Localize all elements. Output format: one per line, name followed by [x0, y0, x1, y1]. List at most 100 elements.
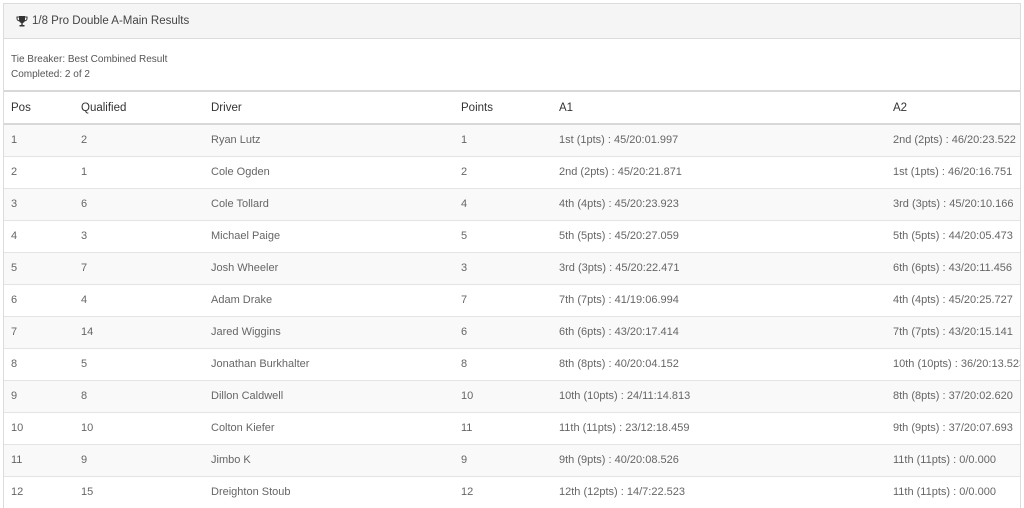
- cell-driver: Dreighton Stoub: [204, 476, 454, 508]
- cell-a1: 10th (10pts) : 24/11:14.813: [552, 380, 886, 413]
- cell-qualified: 10: [74, 412, 204, 445]
- cell-a1: 5th (5pts) : 45/20:27.059: [552, 220, 886, 253]
- cell-qualified: 14: [74, 316, 204, 349]
- tie-breaker-text: Tie Breaker: Best Combined Result: [11, 54, 168, 65]
- cell-a1: 12th (12pts) : 14/7:22.523: [552, 476, 886, 508]
- completed-text: Completed: 2 of 2: [11, 69, 90, 80]
- cell-a2: 1st (1pts) : 46/20:16.751: [886, 156, 1020, 189]
- cell-driver: Ryan Lutz: [204, 124, 454, 157]
- cell-driver: Josh Wheeler: [204, 252, 454, 285]
- cell-qualified: 1: [74, 156, 204, 189]
- cell-qualified: 4: [74, 284, 204, 317]
- header-points: Points: [454, 90, 552, 125]
- cell-a2: 5th (5pts) : 44/20:05.473: [886, 220, 1020, 253]
- header-qualified: Qualified: [74, 90, 204, 125]
- cell-pos: 11: [4, 444, 74, 477]
- table-row: 6 4 Adam Drake 7 7th (7pts) : 41/19:06.994 4t…: [4, 284, 1020, 317]
- cell-pos: 6: [4, 284, 74, 317]
- header-a2: A2: [886, 90, 1020, 125]
- cell-a1: 7th (7pts) : 41/19:06.994: [552, 284, 886, 317]
- cell-points: 7: [454, 284, 552, 317]
- cell-a1: 3rd (3pts) : 45/20:22.471: [552, 252, 886, 285]
- table-row: 8 5 Jonathan Burkhalter 8 8th (8pts) : 40/20…: [4, 348, 1020, 381]
- cell-pos: 10: [4, 412, 74, 445]
- cell-points: 2: [454, 156, 552, 189]
- panel-heading: 1/8 Pro Double A-Main Results: [4, 4, 1020, 39]
- cell-a2: 3rd (3pts) : 45/20:10.166: [886, 188, 1020, 221]
- cell-a2: 8th (8pts) : 37/20:02.620: [886, 380, 1020, 413]
- cell-qualified: 9: [74, 444, 204, 477]
- cell-driver: Jonathan Burkhalter: [204, 348, 454, 381]
- cell-points: 3: [454, 252, 552, 285]
- cell-qualified: 2: [74, 124, 204, 157]
- header-pos: Pos: [4, 90, 74, 125]
- table-header-row: Pos Qualified Driver Points A1 A2: [4, 90, 1020, 125]
- cell-a1: 6th (6pts) : 43/20:17.414: [552, 316, 886, 349]
- race-info: Tie Breaker: Best Combined Result Comple…: [4, 39, 1020, 90]
- table-row: 12 15 Dreighton Stoub 12 12th (12pts) : 14/7…: [4, 476, 1020, 508]
- cell-pos: 8: [4, 348, 74, 381]
- cell-points: 4: [454, 188, 552, 221]
- results-panel: 1/8 Pro Double A-Main Results Tie Breake…: [3, 3, 1021, 508]
- table-row: 4 3 Michael Paige 5 5th (5pts) : 45/20:27.05…: [4, 220, 1020, 253]
- panel-title: 1/8 Pro Double A-Main Results: [32, 15, 190, 27]
- cell-a2: 10th (10pts) : 36/20:13.523: [886, 348, 1020, 381]
- cell-a1: 11th (11pts) : 23/12:18.459: [552, 412, 886, 445]
- results-table: Pos Qualified Driver Points A1 A2 1 2 Ryan…: [4, 90, 1020, 508]
- cell-a1: 4th (4pts) : 45/20:23.923: [552, 188, 886, 221]
- cell-pos: 5: [4, 252, 74, 285]
- cell-a1: 8th (8pts) : 40/20:04.152: [552, 348, 886, 381]
- cell-a2: 11th (11pts) : 0/0.000: [886, 476, 1020, 508]
- cell-qualified: 15: [74, 476, 204, 508]
- cell-a2: 9th (9pts) : 37/20:07.693: [886, 412, 1020, 445]
- cell-qualified: 7: [74, 252, 204, 285]
- trophy-icon: [16, 15, 28, 27]
- cell-driver: Jimbo K: [204, 444, 454, 477]
- cell-points: 1: [454, 124, 552, 157]
- cell-pos: 4: [4, 220, 74, 253]
- cell-driver: Dillon Caldwell: [204, 380, 454, 413]
- cell-qualified: 6: [74, 188, 204, 221]
- cell-points: 9: [454, 444, 552, 477]
- cell-qualified: 3: [74, 220, 204, 253]
- table-row: 1 2 Ryan Lutz 1 1st (1pts) : 45/20:01.997 2nd…: [4, 124, 1020, 157]
- cell-driver: Jared Wiggins: [204, 316, 454, 349]
- cell-a2: 2nd (2pts) : 46/20:23.522: [886, 124, 1020, 157]
- header-driver: Driver: [204, 90, 454, 125]
- cell-points: 6: [454, 316, 552, 349]
- table-row: 2 1 Cole Ogden 2 2nd (2pts) : 45/20:21.871 1s…: [4, 156, 1020, 189]
- cell-a2: 7th (7pts) : 43/20:15.141: [886, 316, 1020, 349]
- table-row: 3 6 Cole Tollard 4 4th (4pts) : 45/20:23.923…: [4, 188, 1020, 221]
- cell-driver: Cole Ogden: [204, 156, 454, 189]
- cell-a2: 4th (4pts) : 45/20:25.727: [886, 284, 1020, 317]
- cell-pos: 9: [4, 380, 74, 413]
- cell-a1: 2nd (2pts) : 45/20:21.871: [552, 156, 886, 189]
- results-table-body: 1 2 Ryan Lutz 1 1st (1pts) : 45/20:01.997 2nd…: [4, 124, 1020, 508]
- cell-points: 12: [454, 476, 552, 508]
- cell-points: 10: [454, 380, 552, 413]
- table-row: 11 9 Jimbo K 9 9th (9pts) : 40/20:08.526 11th…: [4, 444, 1020, 477]
- cell-qualified: 5: [74, 348, 204, 381]
- table-row: 5 7 Josh Wheeler 3 3rd (3pts) : 45/20:22.471…: [4, 252, 1020, 285]
- cell-a2: 6th (6pts) : 43/20:11.456: [886, 252, 1020, 285]
- cell-driver: Colton Kiefer: [204, 412, 454, 445]
- table-row: 9 8 Dillon Caldwell 10 10th (10pts) : 24/11:…: [4, 380, 1020, 413]
- table-row: 10 10 Colton Kiefer 11 11th (11pts) : 23/12:…: [4, 412, 1020, 445]
- table-row: 7 14 Jared Wiggins 6 6th (6pts) : 43/20:17.4…: [4, 316, 1020, 349]
- header-a1: A1: [552, 90, 886, 125]
- cell-pos: 12: [4, 476, 74, 508]
- cell-driver: Adam Drake: [204, 284, 454, 317]
- cell-points: 5: [454, 220, 552, 253]
- cell-driver: Michael Paige: [204, 220, 454, 253]
- cell-pos: 3: [4, 188, 74, 221]
- cell-driver: Cole Tollard: [204, 188, 454, 221]
- cell-points: 11: [454, 412, 552, 445]
- cell-points: 8: [454, 348, 552, 381]
- cell-qualified: 8: [74, 380, 204, 413]
- cell-a1: 1st (1pts) : 45/20:01.997: [552, 124, 886, 157]
- cell-a1: 9th (9pts) : 40/20:08.526: [552, 444, 886, 477]
- cell-pos: 7: [4, 316, 74, 349]
- cell-pos: 2: [4, 156, 74, 189]
- cell-pos: 1: [4, 124, 74, 157]
- cell-a2: 11th (11pts) : 0/0.000: [886, 444, 1020, 477]
